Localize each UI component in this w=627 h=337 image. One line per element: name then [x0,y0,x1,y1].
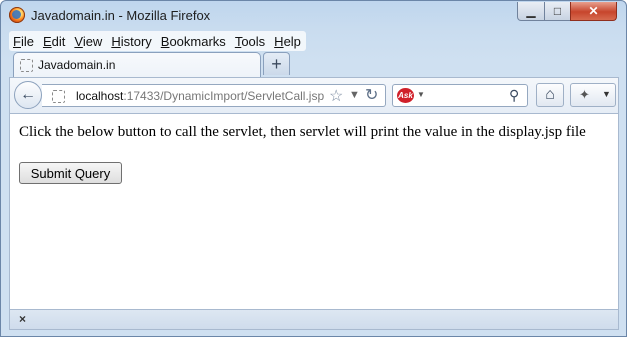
menu-help[interactable]: Help [274,34,301,49]
reload-icon[interactable]: ↻ [365,85,378,105]
back-button[interactable]: ← [14,81,42,109]
firefox-logo-icon [9,7,25,23]
ask-search-engine-icon[interactable]: Ask [397,88,414,103]
menu-file[interactable]: File [13,34,34,49]
search-icon[interactable]: ⚲ [509,87,519,104]
site-identity-icon[interactable] [52,90,65,103]
menu-tools[interactable]: Tools [235,34,265,49]
addon-icon[interactable]: ✦ [579,87,590,103]
menu-view[interactable]: View [74,34,102,49]
addon-bar: × [9,310,619,330]
tab-label: Javadomain.in [38,58,116,72]
bookmark-star-icon[interactable]: ☆ [329,86,343,106]
browser-window: Javadomain.in - Mozilla Firefox ▁ □ ✕ Fi… [0,0,627,337]
tab-javadomain[interactable]: Javadomain.in [13,52,261,77]
window-title: Javadomain.in - Mozilla Firefox [31,8,211,23]
url-history-dropdown-icon[interactable]: ▼ [349,89,360,101]
navigation-toolbar: ← localhost:17433/DynamicImport/ServletC… [9,77,619,113]
menu-bar: File Edit View History Bookmarks Tools H… [9,31,306,51]
maximize-button[interactable]: □ [544,2,571,21]
search-bar[interactable]: Ask ▼ ⚲ [392,84,528,107]
search-engine-dropdown-icon[interactable]: ▼ [417,90,425,99]
home-button[interactable]: ⌂ [536,83,564,107]
title-bar: Javadomain.in - Mozilla Firefox ▁ □ ✕ [1,1,626,29]
instruction-text: Click the below button to call the servl… [19,124,586,140]
submit-query-button[interactable]: Submit Query [19,162,122,184]
new-tab-button[interactable]: + [263,52,290,75]
menu-bookmarks[interactable]: Bookmarks [161,34,226,49]
url-text[interactable]: localhost:17433/DynamicImport/ServletCal… [76,89,324,103]
url-bar[interactable]: localhost:17433/DynamicImport/ServletCal… [42,84,386,107]
minimize-button[interactable]: ▁ [517,2,545,21]
page-content: Click the below button to call the servl… [9,113,619,310]
close-button[interactable]: ✕ [570,2,617,21]
menu-history[interactable]: History [111,34,151,49]
menu-edit[interactable]: Edit [43,34,65,49]
addon-dropdown-icon[interactable]: ▼ [602,89,611,99]
close-addon-bar-icon[interactable]: × [19,312,26,326]
page-favicon-icon [20,59,33,72]
addon-button[interactable]: ✦ ▼ [570,83,616,107]
